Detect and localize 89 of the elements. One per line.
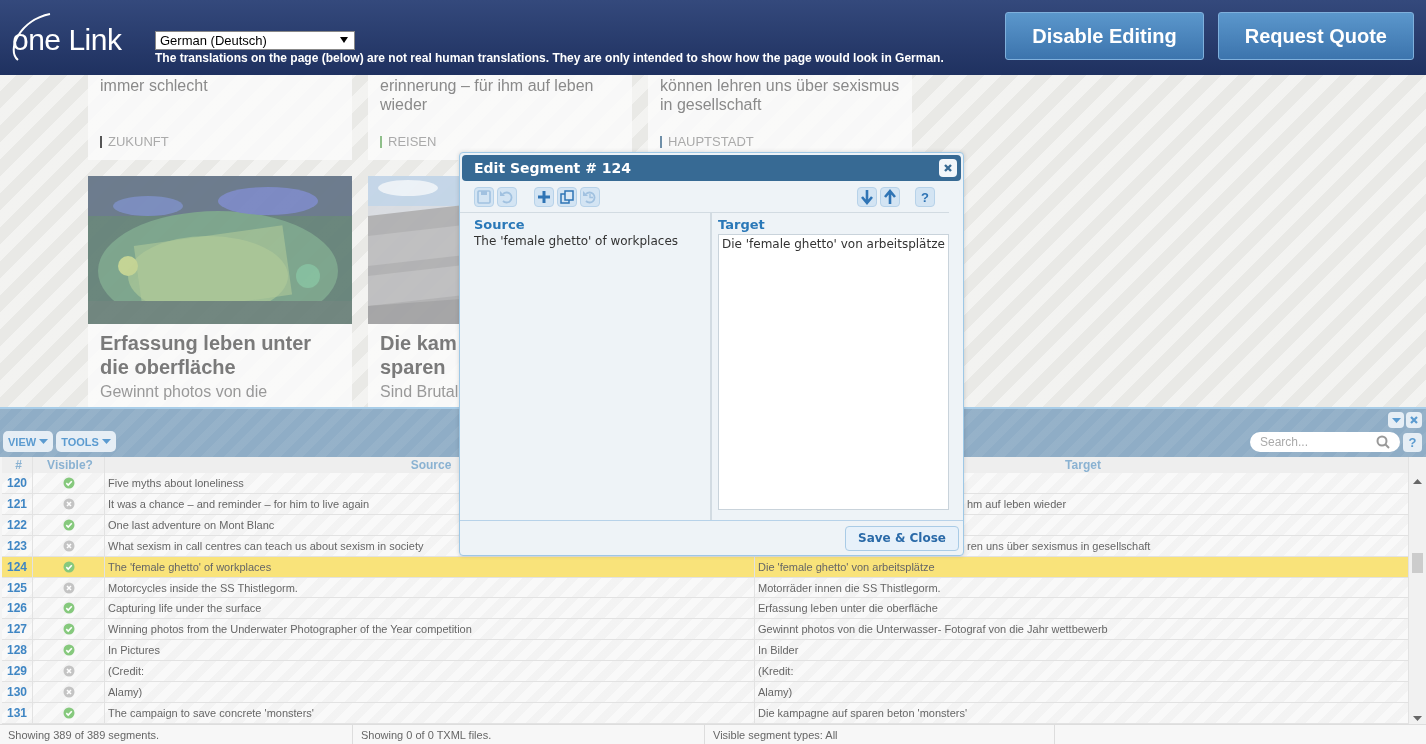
toolbar-button[interactable] xyxy=(557,187,577,207)
table-cell: (Kredit: xyxy=(758,665,794,678)
table-row[interactable]: 124 The 'female ghetto' of workplaces Die 'female ghetto' von arbeitsplätze xyxy=(2,556,1409,578)
table-row[interactable]: 125 Motorcycles inside the SS Thistlegorm. Motorräder innen die SS Thistlegorm. xyxy=(2,577,1409,599)
source-text: The 'female ghetto' of workplaces xyxy=(474,234,680,248)
table-cell: In Bilder xyxy=(758,644,799,657)
table-cell: Motorräder innen die SS Thistlegorm. xyxy=(758,581,941,594)
close-icon xyxy=(1410,416,1418,424)
collapse-button[interactable] xyxy=(1388,412,1404,428)
caret-icon xyxy=(340,37,348,43)
table-row[interactable]: 128 In Pictures In Bilder xyxy=(2,640,1409,662)
plus-icon xyxy=(535,188,553,206)
segment-number[interactable]: 129 xyxy=(2,661,33,682)
dropdown-button[interactable]: VIEW xyxy=(3,431,54,452)
close-button[interactable] xyxy=(1406,412,1422,428)
table-cell: Alamy) xyxy=(105,682,755,703)
toolbar-button[interactable] xyxy=(534,187,554,207)
status-text: Showing 389 of 389 segments. xyxy=(0,725,353,744)
save-button[interactable]: Save & Close xyxy=(845,525,959,551)
column-header: Visible? xyxy=(33,457,105,473)
scrollbar-thumb[interactable] xyxy=(1412,553,1423,573)
search-icon xyxy=(1376,435,1390,449)
article-snippet: Gewinnt photos von die xyxy=(100,383,269,401)
scroll-up-icon[interactable] xyxy=(1413,479,1422,484)
toolbar-button[interactable] xyxy=(880,187,900,207)
up-arrow-icon xyxy=(881,188,899,206)
table-cell: Winning photos from the Underwater Photographer of the Year competition xyxy=(105,619,755,640)
input-field[interactable]: Die 'female ghetto' von arbeitsplätze xyxy=(718,234,949,510)
table-cell: In Pictures xyxy=(105,640,755,661)
table-row[interactable]: 130 Alamy) Alamy) xyxy=(2,682,1409,704)
help-button[interactable]: ? xyxy=(915,187,935,207)
down-arrow-icon xyxy=(858,188,876,206)
table-row[interactable]: 131 The campaign to save concrete 'monsters' Die kampagne auf sparen beton 'monsters' xyxy=(2,703,1409,724)
dialog-title: Edit Segment # 124 xyxy=(474,160,631,176)
column-header: # xyxy=(2,457,33,473)
status-text: Visible segment types: All xyxy=(705,725,1055,744)
table-cell: Alamy) xyxy=(758,686,793,699)
caret-icon xyxy=(39,439,49,444)
table-row[interactable]: 126 Capturing life under the surface Erfassung leben unter die oberfläche xyxy=(2,598,1409,620)
article-snippet: Sind Brutal xyxy=(380,383,460,401)
table-cell: Gewinnt photos von die Unterwasser- Fotograf von die Jahr wettbewerb xyxy=(758,623,1108,636)
language-select[interactable]: German (Deutsch) xyxy=(155,30,355,50)
segment-number[interactable]: 128 xyxy=(2,640,33,661)
translation-notice: The translations on the page (below) are not real human translations. They are only intended to show how the page would look in German. xyxy=(155,50,944,65)
caret-icon xyxy=(1391,417,1401,423)
segment-number[interactable]: 131 xyxy=(2,703,33,723)
toolbar-button[interactable] xyxy=(857,187,877,207)
segment-number[interactable]: 123 xyxy=(2,535,33,556)
table-cell: Erfassung leben unter die oberfläche xyxy=(758,602,938,615)
field-label: Source xyxy=(474,217,526,232)
segment-number[interactable]: 122 xyxy=(2,514,33,535)
table-cell: Die 'female ghetto' von arbeitsplätze xyxy=(758,560,935,573)
segment-number[interactable]: 125 xyxy=(2,577,33,598)
table-cell: The campaign to save concrete 'monsters' xyxy=(105,703,755,723)
status-text: Showing 0 of 0 TXML files. xyxy=(353,725,705,744)
segment-number[interactable]: 124 xyxy=(2,556,33,577)
segment-number[interactable]: 121 xyxy=(2,493,33,514)
close-icon xyxy=(943,163,953,173)
table-cell: Motorcycles inside the SS Thistlegorm. xyxy=(105,577,755,598)
caret-icon xyxy=(101,439,111,444)
article-snippet: können lehren uns über sexismus in gesellschaft xyxy=(660,76,900,114)
category-label: HAUPTSTADT xyxy=(668,134,754,149)
segment-number[interactable]: 127 xyxy=(2,619,33,640)
segment-number[interactable]: 130 xyxy=(2,682,33,703)
copy-icon xyxy=(558,188,576,206)
help-button[interactable]: ? xyxy=(1403,433,1422,452)
save-icon xyxy=(475,188,493,206)
table-row[interactable]: 129 (Credit: (Kredit: xyxy=(2,661,1409,683)
search-field[interactable]: Search... xyxy=(1250,432,1400,452)
table-cell: Capturing life under the surface xyxy=(105,598,755,619)
segment-number[interactable]: 120 xyxy=(2,472,33,493)
field-label: Target xyxy=(718,217,766,232)
table-row[interactable]: 127 Winning photos from the Underwater Photographer of the Year competition Gewinnt photos von die Unterwasser- Fotograf von die Jahr wettbewerb xyxy=(2,619,1409,641)
table-cell: Die kampagne auf sparen beton 'monsters' xyxy=(758,707,968,720)
article-title: Die kam sparen xyxy=(380,331,458,379)
close-button[interactable] xyxy=(939,159,957,177)
header-button[interactable]: Disable Editing xyxy=(1005,12,1204,60)
article-title: Erfassung leben unter die oberfläche xyxy=(100,331,313,379)
scroll-down-icon[interactable] xyxy=(1413,716,1422,721)
segment-number[interactable]: 126 xyxy=(2,598,33,619)
article-snippet: immer schlecht xyxy=(100,76,209,95)
table-cell: ren uns über sexismus in gesellschaft xyxy=(967,539,1151,552)
dropdown-button[interactable]: TOOLS xyxy=(56,431,116,452)
table-cell: (Credit: xyxy=(105,661,755,682)
article-snippet: erinnerung – für ihm auf leben wieder xyxy=(380,76,595,114)
category-label: REISEN xyxy=(388,134,437,149)
table-cell: hm auf leben wieder xyxy=(967,497,1067,510)
category-label: ZUKUNFT xyxy=(108,134,169,149)
header-button[interactable]: Request Quote xyxy=(1217,12,1414,60)
